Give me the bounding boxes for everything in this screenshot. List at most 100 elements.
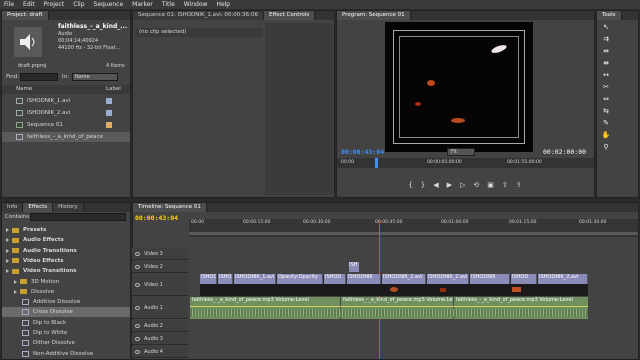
work-area-bar[interactable]	[189, 232, 638, 235]
pen-icon[interactable]: ✎	[601, 119, 611, 128]
speaker-icon[interactable]	[135, 336, 140, 341]
hand-icon[interactable]: ✋	[601, 131, 611, 140]
play-icon[interactable]: ▶	[447, 181, 452, 189]
col-label[interactable]: Label	[106, 86, 121, 92]
video-clip[interactable]: ISHOD	[511, 274, 537, 284]
video-clip[interactable]: ISHODNIK	[470, 274, 510, 284]
effects-list-item[interactable]: Audio Transitions	[2, 246, 130, 256]
menu-window[interactable]: Window	[184, 1, 208, 8]
v2-clip[interactable]: ISH	[349, 262, 359, 272]
effects-list-item[interactable]: Dip to White	[2, 328, 130, 338]
menu-project[interactable]: Project	[44, 1, 65, 8]
in-select[interactable]: Name	[72, 73, 118, 81]
expand-triangle-icon[interactable]	[14, 289, 17, 294]
safe-margins-icon[interactable]: ▣	[487, 181, 494, 189]
list-item[interactable]: faithless_-_a_kind_of_peace	[2, 132, 130, 142]
effects-search-input[interactable]	[30, 213, 126, 221]
track-video-3[interactable]: Video 3	[132, 248, 188, 260]
razor-icon[interactable]: ✂	[601, 83, 611, 92]
expand-triangle-icon[interactable]	[6, 228, 9, 232]
tab-history[interactable]: History	[53, 203, 84, 212]
program-ruler[interactable]: 00:00 00:00:05:00:00 00:01:55:00:00	[337, 158, 594, 168]
effects-list-item[interactable]: Dissolve	[2, 287, 130, 297]
track-audio-2[interactable]: Audio 2	[132, 320, 188, 332]
effects-list-item[interactable]: Additive Dissolve	[2, 297, 130, 307]
zoom-icon[interactable]: ⚲	[601, 143, 611, 152]
tab-info[interactable]: Info	[2, 203, 24, 212]
video-clip[interactable]: ISHO	[218, 274, 233, 284]
expand-triangle-icon[interactable]	[6, 258, 9, 263]
menu-clip[interactable]: Clip	[73, 1, 84, 8]
effects-list-item[interactable]: Dip to Black	[2, 318, 130, 328]
rate-stretch-icon[interactable]: ↔	[601, 71, 611, 80]
eye-icon[interactable]	[135, 264, 140, 269]
track-audio-1[interactable]: Audio 1	[132, 297, 188, 319]
video-clip[interactable]: ISHOD	[200, 274, 217, 284]
track-audio-3[interactable]: Audio 3	[132, 333, 188, 345]
video-clip[interactable]: ISHODNIK_2.avi	[538, 274, 588, 284]
tab-timeline[interactable]: Timeline: Sequence 01	[133, 203, 207, 212]
loop-icon[interactable]: ⟲	[473, 181, 479, 189]
timeline-timecode[interactable]: 00:00:43:04	[135, 214, 178, 222]
step-forward-icon[interactable]: ▷	[460, 181, 465, 189]
eye-icon[interactable]	[135, 282, 140, 287]
program-playhead[interactable]	[375, 158, 378, 168]
effects-list-item[interactable]: Cross Dissolve	[2, 307, 130, 318]
selection-tool-icon[interactable]: ↖	[601, 23, 611, 32]
rolling-edit-icon[interactable]: ⇼	[601, 59, 611, 68]
timeline-ruler[interactable]: 00:00 00:00:15:00 00:00:30:00 00:00:45:0…	[189, 219, 638, 237]
volume-line[interactable]	[190, 306, 588, 307]
step-back-icon[interactable]: ◀	[433, 181, 438, 189]
col-name[interactable]: Name	[16, 86, 32, 92]
menu-help[interactable]: Help	[216, 1, 230, 8]
list-item[interactable]: Sequence 01	[2, 120, 130, 130]
effects-list-item[interactable]: Audio Effects	[2, 235, 130, 245]
menu-title[interactable]: Title	[162, 1, 175, 8]
track-video-2[interactable]: Video 2	[132, 261, 188, 273]
speaker-icon[interactable]	[135, 323, 140, 328]
tab-effects[interactable]: Effects	[23, 203, 54, 212]
menu-sequence[interactable]: Sequence	[94, 1, 124, 8]
menu-marker[interactable]: Marker	[132, 1, 153, 8]
effects-list-item[interactable]: Dither Dissolve	[2, 338, 130, 348]
extract-icon[interactable]: ⇪	[516, 181, 522, 189]
list-item[interactable]: ISHODNIK_1.avi	[2, 96, 130, 106]
tab-project[interactable]: Project: draft	[2, 11, 49, 20]
tab-source[interactable]: Sequence 01: ISHODNIK_1.avi: 00:00:36:06	[133, 11, 264, 20]
video-clip[interactable]: ISHODNIK_2.avi	[382, 274, 426, 284]
track-video-1[interactable]: Video 1	[132, 274, 188, 296]
menu-edit[interactable]: Edit	[23, 1, 35, 8]
slip-icon[interactable]: ⇔	[601, 95, 611, 104]
effects-list-item[interactable]: Video Effects	[2, 256, 130, 266]
expand-triangle-icon[interactable]	[6, 238, 9, 243]
lift-icon[interactable]: ⇧	[502, 181, 508, 189]
expand-triangle-icon[interactable]	[6, 269, 9, 274]
video-clip[interactable]: Opacity:Opacity	[277, 274, 323, 284]
tab-tools[interactable]: Tools	[597, 11, 622, 20]
find-input[interactable]	[20, 73, 58, 81]
track-select-icon[interactable]: ⇉	[601, 35, 611, 44]
expand-triangle-icon[interactable]	[14, 279, 17, 284]
expand-triangle-icon[interactable]	[6, 248, 9, 253]
tab-program[interactable]: Program: Sequence 01	[337, 11, 411, 20]
ripple-edit-icon[interactable]: ⇹	[601, 47, 611, 56]
video-clip[interactable]: ISHODNIK	[347, 274, 381, 284]
effects-list-item[interactable]: Presets	[2, 225, 130, 235]
program-timecode[interactable]: 00:00:43:04	[341, 148, 384, 156]
tab-effect-controls[interactable]: Effect Controls	[263, 11, 316, 20]
effects-list-item[interactable]: 3D Motion	[2, 277, 130, 287]
list-item[interactable]: ISHODNIK_2.avi	[2, 108, 130, 118]
effects-list-item[interactable]: Non-Additive Dissolve	[2, 349, 130, 359]
mark-in-icon[interactable]: {	[408, 181, 412, 189]
video-clip[interactable]: ISHODNIK_1.avi	[234, 274, 276, 284]
video-clip[interactable]: ISHOD	[324, 274, 346, 284]
effects-list-item[interactable]: Video Transitions	[2, 266, 130, 276]
track-audio-4[interactable]: Audio 4	[132, 346, 188, 358]
speaker-icon[interactable]	[135, 305, 140, 310]
eye-icon[interactable]	[135, 251, 140, 256]
mark-out-icon[interactable]: }	[421, 181, 425, 189]
video-clip[interactable]: ISHODNIK_2.avi	[427, 274, 469, 284]
speaker-icon[interactable]	[135, 349, 140, 354]
fit-select[interactable]: Fit	[447, 148, 475, 156]
menu-file[interactable]: File	[4, 1, 14, 8]
